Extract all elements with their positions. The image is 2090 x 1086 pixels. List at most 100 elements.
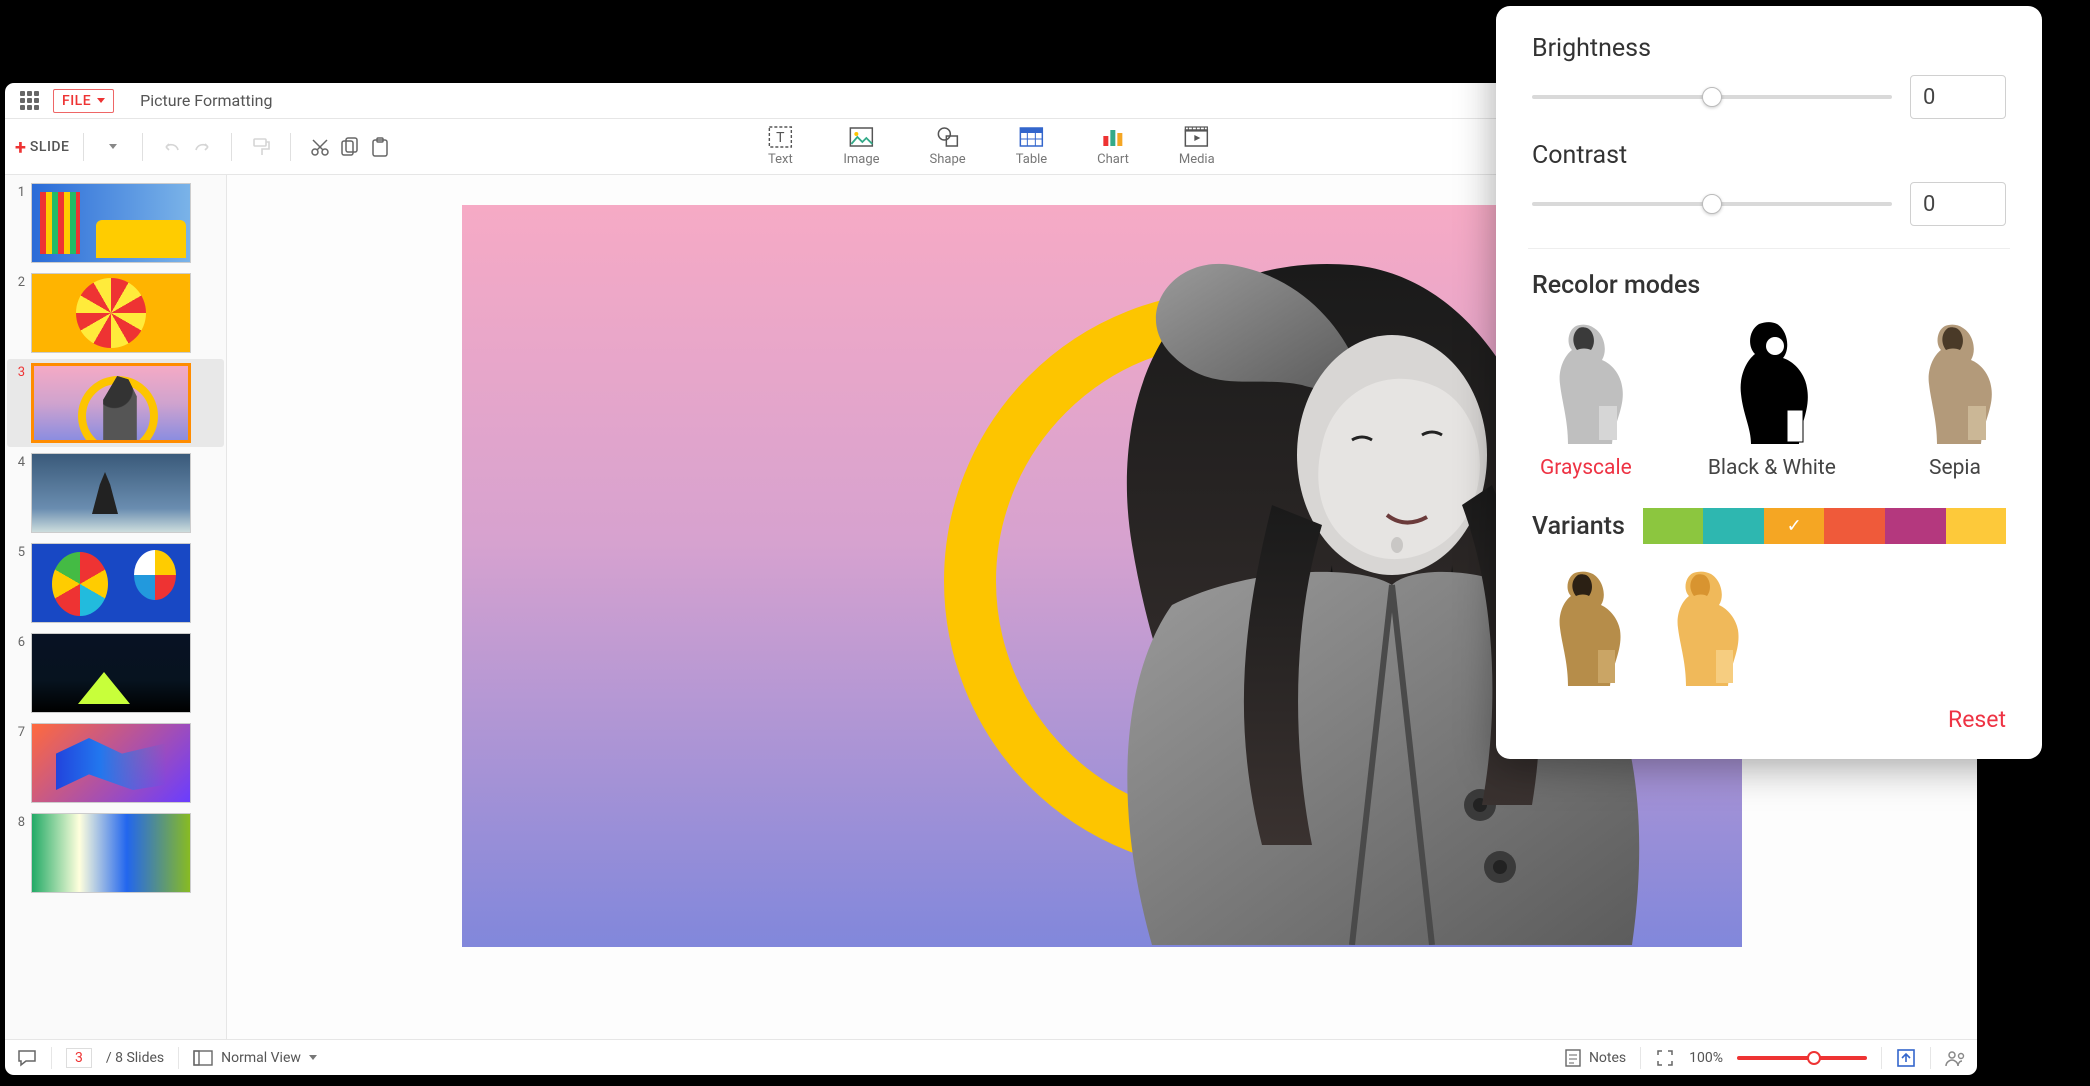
slide-thumb-8[interactable]: 8 xyxy=(11,813,220,893)
people-icon xyxy=(1945,1049,1965,1067)
slide-thumb-6[interactable]: 6 xyxy=(11,633,220,713)
slide-thumb-1[interactable]: 1 xyxy=(11,183,220,263)
chevron-down-icon xyxy=(97,98,105,103)
status-bar: 3 / 8 Slides Normal View Notes 100% xyxy=(5,1039,1977,1075)
view-icon xyxy=(193,1050,213,1066)
status-right: Notes 100% xyxy=(1565,1047,1965,1069)
mode-thumb-bw xyxy=(1729,320,1815,446)
view-mode-selector[interactable]: Normal View xyxy=(193,1050,317,1066)
recolor-modes-row: Grayscale Black & White Sepia xyxy=(1532,320,2006,480)
format-painter-button[interactable] xyxy=(246,132,276,162)
swatch-magenta[interactable] xyxy=(1885,508,1946,544)
total-slides-label: / 8 Slides xyxy=(106,1050,164,1066)
add-slide-label: SLIDE xyxy=(30,139,70,155)
swatch-orange[interactable]: ✓ xyxy=(1764,508,1825,544)
divider xyxy=(142,133,143,161)
apps-grid-button[interactable] xyxy=(15,87,43,115)
insert-chart-button[interactable]: Chart xyxy=(1097,126,1129,167)
insert-table-label: Table xyxy=(1016,152,1047,167)
insert-shape-button[interactable]: Shape xyxy=(930,126,966,167)
slide-thumb-7[interactable]: 7 xyxy=(11,723,220,803)
fullscreen-icon xyxy=(1897,1049,1915,1067)
thumb-image xyxy=(31,183,191,263)
redo-button[interactable] xyxy=(187,132,217,162)
slide-thumb-3[interactable]: 3 xyxy=(7,359,224,447)
slide-panel[interactable]: 1 2 3 4 5 6 7 8 xyxy=(5,175,227,1039)
contrast-control: Contrast xyxy=(1532,141,2006,226)
add-slide-dropdown[interactable] xyxy=(98,132,128,162)
file-label: FILE xyxy=(62,93,91,109)
swatch-yellow[interactable] xyxy=(1946,508,2007,544)
thumb-image xyxy=(31,813,191,893)
collaborators-button[interactable] xyxy=(1945,1048,1965,1068)
add-slide-button[interactable]: + SLIDE xyxy=(15,135,69,159)
recolor-grayscale[interactable]: Grayscale xyxy=(1540,320,1632,480)
swatch-teal[interactable] xyxy=(1703,508,1764,544)
divider xyxy=(83,133,84,161)
shape-icon xyxy=(935,126,961,148)
paste-button[interactable] xyxy=(365,132,395,162)
slider-thumb[interactable] xyxy=(1702,194,1722,214)
chevron-down-icon xyxy=(109,144,117,149)
zoom-handle[interactable] xyxy=(1807,1051,1821,1065)
mode-thumb-sepia xyxy=(1912,320,1998,446)
fullscreen-button[interactable] xyxy=(1896,1048,1916,1068)
svg-text:T: T xyxy=(776,130,785,146)
slide-thumb-5[interactable]: 5 xyxy=(11,543,220,623)
mode-label: Black & White xyxy=(1708,456,1836,480)
swatch-green[interactable] xyxy=(1643,508,1704,544)
swatch-red[interactable] xyxy=(1824,508,1885,544)
zoom-slider[interactable] xyxy=(1737,1056,1867,1060)
insert-media-button[interactable]: < Media xyxy=(1179,126,1215,167)
brightness-input[interactable] xyxy=(1910,75,2006,119)
mode-thumb-grayscale xyxy=(1543,320,1629,446)
thumb-image xyxy=(31,273,191,353)
current-slide-number[interactable]: 3 xyxy=(66,1048,92,1068)
slider-thumb[interactable] xyxy=(1702,87,1722,107)
comments-button[interactable] xyxy=(17,1048,37,1068)
copy-button[interactable] xyxy=(335,132,365,162)
insert-image-button[interactable]: Image xyxy=(843,126,879,167)
variant-thumb-light[interactable] xyxy=(1662,568,1744,688)
reset-button[interactable]: Reset xyxy=(1948,706,2006,733)
contrast-slider[interactable] xyxy=(1532,202,1892,206)
insert-image-label: Image xyxy=(843,152,879,167)
thumb-image xyxy=(31,723,191,803)
recolor-blackwhite[interactable]: Black & White xyxy=(1708,320,1836,480)
undo-icon xyxy=(162,138,182,156)
slide-thumb-4[interactable]: 4 xyxy=(11,453,220,533)
variants-label: Variants xyxy=(1532,512,1625,541)
fit-button[interactable] xyxy=(1655,1048,1675,1068)
variant-thumbs xyxy=(1532,568,2006,688)
insert-shape-label: Shape xyxy=(930,152,966,167)
brightness-label: Brightness xyxy=(1532,34,2006,63)
plus-icon: + xyxy=(15,135,26,159)
divider xyxy=(290,133,291,161)
text-icon: T xyxy=(767,126,793,148)
fit-icon xyxy=(1656,1049,1674,1067)
view-mode-label: Normal View xyxy=(221,1050,301,1066)
variants-row: Variants ✓ xyxy=(1532,508,2006,544)
slide-thumb-2[interactable]: 2 xyxy=(11,273,220,353)
undo-button[interactable] xyxy=(157,132,187,162)
copy-icon xyxy=(341,137,359,157)
thumb-image xyxy=(31,633,191,713)
status-left: 3 / 8 Slides Normal View xyxy=(17,1047,317,1069)
contrast-input[interactable] xyxy=(1910,182,2006,226)
insert-table-button[interactable]: Table xyxy=(1016,126,1047,167)
check-icon: ✓ xyxy=(1787,516,1802,537)
contrast-label: Contrast xyxy=(1532,141,2006,170)
file-menu-button[interactable]: FILE xyxy=(53,89,114,113)
notes-icon xyxy=(1565,1049,1581,1067)
paint-roller-icon xyxy=(252,137,270,157)
divider xyxy=(231,133,232,161)
recolor-sepia[interactable]: Sepia xyxy=(1912,320,1998,480)
variant-thumb-dark[interactable] xyxy=(1544,568,1626,688)
brightness-slider[interactable] xyxy=(1532,95,1892,99)
picture-format-panel: Brightness Contrast Recolor modes Graysc… xyxy=(1496,6,2042,759)
cut-button[interactable] xyxy=(305,132,335,162)
insert-text-button[interactable]: T Text xyxy=(767,126,793,167)
image-icon xyxy=(848,126,874,148)
scissors-icon xyxy=(310,137,330,157)
notes-toggle[interactable]: Notes xyxy=(1565,1049,1626,1067)
